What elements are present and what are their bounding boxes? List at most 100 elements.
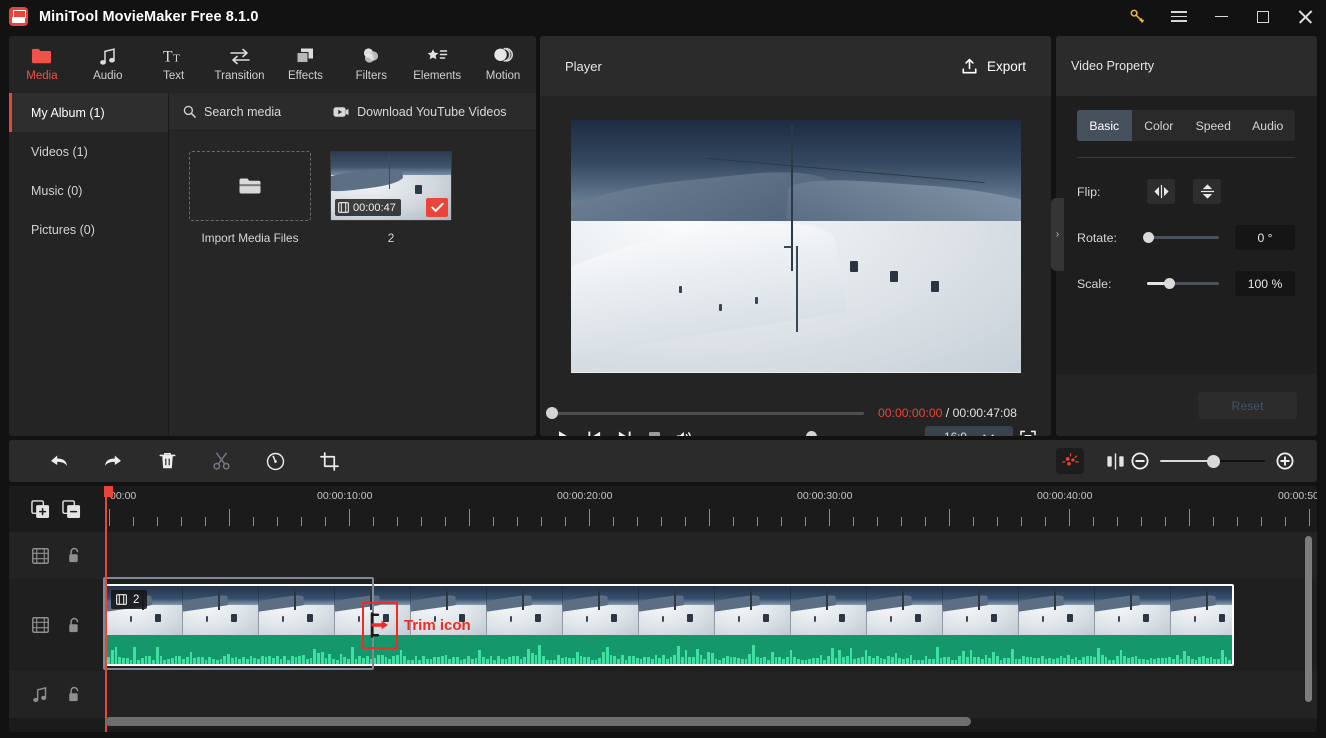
waveform-bar — [579, 655, 583, 664]
maximize-icon[interactable] — [1242, 0, 1284, 33]
scale-value[interactable]: 100 % — [1235, 271, 1295, 296]
waveform-bar — [864, 650, 868, 664]
tab-media[interactable]: Media — [9, 39, 75, 93]
track-gutter-audio-1 — [9, 671, 96, 718]
tab-elements[interactable]: Elements — [404, 39, 470, 93]
flip-horizontal-icon[interactable] — [1147, 179, 1175, 204]
album-item-videos[interactable]: Videos (1) — [9, 132, 168, 171]
speaker-icon[interactable] — [669, 424, 699, 436]
play-icon[interactable] — [549, 424, 579, 436]
clip-badge: 2 — [111, 590, 148, 609]
import-media-button[interactable] — [189, 151, 311, 221]
export-button[interactable]: Export — [961, 58, 1026, 75]
track-lane-video-2[interactable]: 2 Trim icon — [96, 577, 1317, 671]
search-media-button[interactable]: Search media — [183, 105, 281, 119]
timeline-vertical-scrollbar[interactable] — [1305, 536, 1312, 702]
reset-button[interactable]: Reset — [1198, 392, 1297, 419]
album-item-music[interactable]: Music (0) — [9, 171, 168, 210]
tab-speed[interactable]: Speed — [1186, 110, 1241, 141]
crop-icon[interactable] — [310, 446, 348, 476]
time-ruler[interactable]: 00:00 00:00:10:00 00:00:20:00 00:00:30:00 00… — [96, 486, 1317, 532]
track-lane-video-1[interactable] — [96, 532, 1317, 579]
waveform-bar — [1138, 658, 1141, 664]
unlock-icon[interactable] — [65, 547, 83, 565]
trash-icon[interactable] — [148, 446, 186, 476]
redo-icon[interactable] — [94, 446, 132, 476]
video-preview[interactable] — [570, 119, 1021, 373]
add-track-icon[interactable] — [31, 499, 50, 519]
scale-handle[interactable] — [1164, 277, 1175, 289]
media-thumbnail[interactable]: 00:00:47 — [330, 151, 452, 221]
music-note-icon[interactable] — [31, 686, 49, 704]
waveform-bar — [122, 658, 125, 664]
filters-icon — [361, 45, 381, 67]
waveform-bar — [407, 659, 410, 664]
rotate-slider[interactable] — [1143, 231, 1219, 243]
waveform-bar — [302, 655, 305, 664]
track-lane-audio-1[interactable] — [96, 671, 1317, 718]
download-youtube-button[interactable]: Download YouTube Videos — [333, 105, 507, 119]
tab-text[interactable]: TT Text — [141, 39, 207, 93]
film-icon[interactable] — [31, 616, 49, 634]
seek-slider[interactable] — [546, 407, 864, 419]
waveform-bar — [928, 659, 931, 664]
waveform-bar — [482, 657, 485, 664]
scissors-icon[interactable] — [202, 446, 240, 476]
chevron-right-icon[interactable]: › — [1051, 198, 1064, 271]
tab-filters[interactable]: Filters — [338, 39, 404, 93]
key-icon[interactable] — [1116, 0, 1158, 33]
mirror-icon[interactable] — [1102, 446, 1128, 476]
volume-handle[interactable] — [806, 431, 817, 436]
tab-motion[interactable]: Motion — [470, 39, 536, 93]
flip-vertical-icon[interactable] — [1193, 179, 1221, 204]
tab-color[interactable]: Color — [1132, 110, 1187, 141]
check-icon[interactable] — [426, 198, 448, 217]
zoom-in-icon[interactable] — [1273, 449, 1297, 473]
rotate-handle[interactable] — [1143, 231, 1154, 243]
seek-handle[interactable] — [546, 407, 558, 419]
video-clip[interactable]: 2 — [105, 584, 1234, 666]
tab-effects[interactable]: Effects — [273, 39, 339, 93]
zoom-handle[interactable] — [1207, 454, 1221, 468]
waveform-bar — [714, 659, 718, 664]
waveform-bar — [1112, 659, 1115, 664]
rotate-value[interactable]: 0 ° — [1235, 225, 1295, 250]
stop-icon[interactable] — [639, 424, 669, 436]
zoom-slider[interactable] — [1160, 454, 1265, 468]
tab-audio[interactable]: Audio — [1241, 110, 1296, 141]
album-item-pictures[interactable]: Pictures (0) — [9, 210, 168, 249]
album-item-my-album[interactable]: My Album (1) — [9, 93, 168, 132]
undo-icon[interactable] — [40, 446, 78, 476]
unlock-icon[interactable] — [65, 686, 83, 704]
menu-icon[interactable] — [1158, 0, 1200, 33]
timeline-horizontal-scrollbar[interactable] — [105, 717, 971, 726]
aspect-ratio-select[interactable]: 16:9 — [925, 425, 1013, 436]
remove-track-icon[interactable] — [62, 499, 81, 519]
playhead-handle[interactable] — [104, 486, 113, 497]
scale-slider[interactable] — [1147, 277, 1219, 289]
waveform-bar — [200, 657, 204, 664]
tab-basic[interactable]: Basic — [1077, 110, 1132, 141]
waveform-bar — [1048, 657, 1051, 664]
prev-frame-icon[interactable] — [579, 424, 609, 436]
tab-label: Filters — [355, 70, 387, 82]
tab-audio[interactable]: Audio — [75, 39, 141, 93]
filmstrip-frame — [183, 586, 259, 635]
waveform-bar — [1209, 656, 1213, 664]
zoom-out-icon[interactable] — [1128, 449, 1152, 473]
tab-transition[interactable]: Transition — [207, 39, 273, 93]
waveform-bar — [1040, 656, 1044, 664]
film-icon[interactable] — [31, 547, 49, 565]
fullscreen-icon[interactable] — [1013, 424, 1043, 436]
waveform-bar — [632, 656, 635, 664]
minimize-icon[interactable] — [1200, 0, 1242, 33]
waveform-bar — [497, 656, 500, 664]
waveform-bar — [905, 658, 909, 664]
chroma-key-icon[interactable] — [1056, 448, 1084, 474]
close-icon[interactable] — [1284, 0, 1326, 33]
ruler-tick — [1165, 517, 1166, 526]
speedometer-icon[interactable] — [256, 446, 294, 476]
next-frame-icon[interactable] — [609, 424, 639, 436]
unlock-icon[interactable] — [65, 616, 83, 634]
waveform-bar — [429, 659, 433, 664]
